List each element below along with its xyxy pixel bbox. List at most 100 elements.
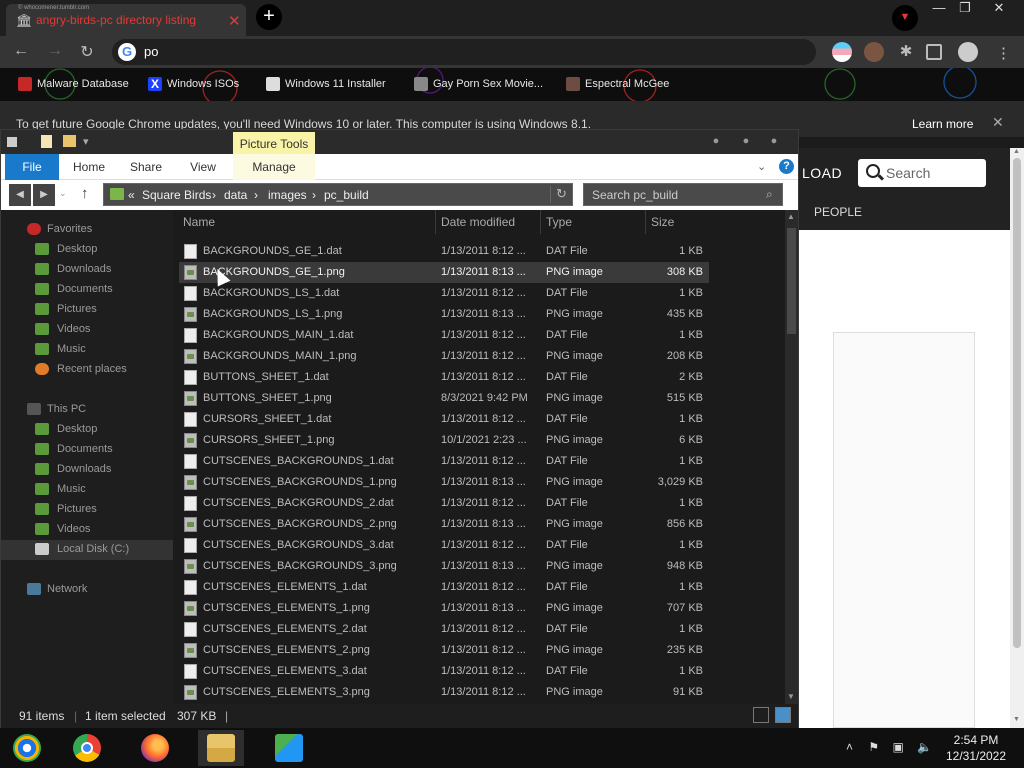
- details-view-icon[interactable]: [753, 707, 769, 723]
- file-row[interactable]: CUTSCENES_ELEMENTS_3.dat 1/13/2011 8:12 .…: [179, 661, 709, 682]
- file-row[interactable]: CUTSCENES_ELEMENTS_2.dat 1/13/2011 8:12 .…: [179, 619, 709, 640]
- scroll-down-icon[interactable]: ▼: [1013, 716, 1020, 723]
- flag-icon[interactable]: ⚑: [868, 740, 879, 754]
- breadcrumb-separator[interactable]: ›: [212, 188, 216, 202]
- close-tab-icon[interactable]: ✕: [228, 12, 241, 30]
- help-icon[interactable]: ?: [779, 159, 794, 174]
- forward-icon[interactable]: →: [44, 42, 66, 64]
- nav-pictures[interactable]: Pictures: [1, 300, 173, 320]
- column-divider[interactable]: [645, 210, 646, 234]
- taskbar-firefox[interactable]: [132, 730, 178, 766]
- omnibox-input[interactable]: po: [144, 44, 158, 59]
- reload-icon[interactable]: ↻: [76, 42, 98, 64]
- file-row[interactable]: CUTSCENES_BACKGROUNDS_2.png 1/13/2011 8:1…: [179, 514, 709, 535]
- browser-tab[interactable]: © whocomener.tumblr.com 🏛 angry-birds-pc…: [6, 4, 246, 36]
- explorer-close-icon[interactable]: ●: [765, 133, 783, 151]
- new-folder-icon[interactable]: [63, 135, 76, 147]
- scroll-thumb[interactable]: [787, 228, 796, 334]
- upload-link[interactable]: LOAD: [802, 165, 842, 181]
- tab-view[interactable]: View: [181, 154, 225, 180]
- file-row[interactable]: BACKGROUNDS_MAIN_1.png 1/13/2011 8:12 ...…: [179, 346, 709, 367]
- chevron-down-icon[interactable]: ⌄: [757, 160, 766, 173]
- web-scrollbar[interactable]: ▲ ▼: [1010, 148, 1024, 728]
- tab-search-button[interactable]: ▼: [892, 5, 918, 31]
- nav-pc-desktop[interactable]: Desktop: [1, 420, 173, 440]
- scroll-up-icon[interactable]: ▲: [1013, 148, 1020, 155]
- column-name[interactable]: Name: [183, 215, 215, 229]
- file-row[interactable]: CUTSCENES_BACKGROUNDS_2.dat 1/13/2011 8:1…: [179, 493, 709, 514]
- clock[interactable]: 2:54 PM 12/31/2022: [940, 732, 1012, 764]
- omnibox[interactable]: G po: [112, 39, 816, 65]
- customize-qat-icon[interactable]: ▾: [83, 135, 97, 149]
- file-row[interactable]: BUTTONS_SHEET_1.dat 1/13/2011 8:12 ... DAT…: [179, 367, 709, 388]
- file-row[interactable]: CUTSCENES_BACKGROUNDS_1.dat 1/13/2011 8:1…: [179, 451, 709, 472]
- nav-local-disk[interactable]: Local Disk (C:): [1, 540, 173, 560]
- breadcrumb-separator[interactable]: ›: [254, 188, 258, 202]
- nav-documents[interactable]: Documents: [1, 280, 173, 300]
- volume-icon[interactable]: 🔈: [917, 740, 932, 754]
- file-row[interactable]: CUTSCENES_BACKGROUNDS_3.png 1/13/2011 8:1…: [179, 556, 709, 577]
- bookmark-windows-11-installer[interactable]: Windows 11 Installer: [266, 77, 386, 91]
- learn-more-link[interactable]: Learn more: [912, 117, 973, 131]
- up-arrow-icon[interactable]: ↑: [81, 185, 89, 202]
- bookmark-malware-database[interactable]: Malware Database: [18, 77, 129, 91]
- breadcrumb-square-birds[interactable]: Square Birds: [142, 188, 211, 202]
- restore-icon[interactable]: ❐: [950, 0, 980, 18]
- breadcrumb-pc-build[interactable]: pc_build: [324, 188, 369, 202]
- nav-desktop[interactable]: Desktop: [1, 240, 173, 260]
- properties-icon[interactable]: [41, 135, 52, 148]
- nav-pc-pictures[interactable]: Pictures: [1, 500, 173, 520]
- column-divider[interactable]: [540, 210, 541, 234]
- nav-favorites[interactable]: Favorites: [1, 220, 173, 240]
- web-search-box[interactable]: Search: [858, 159, 986, 187]
- bookmark-windows-isos[interactable]: X Windows ISOs: [148, 77, 239, 91]
- back-icon[interactable]: ◀: [9, 184, 31, 206]
- bookmark-site[interactable]: Gay Porn Sex Movie...: [414, 77, 543, 91]
- extension-avatar-icon[interactable]: [864, 42, 884, 62]
- extension-flag-icon[interactable]: [832, 42, 852, 62]
- taskbar-file-explorer[interactable]: [198, 730, 244, 766]
- file-row[interactable]: CUTSCENES_ELEMENTS_1.png 1/13/2011 8:13 .…: [179, 598, 709, 619]
- explorer-minimize-icon[interactable]: ●: [707, 133, 725, 151]
- nav-pc-downloads[interactable]: Downloads: [1, 460, 173, 480]
- nav-pc-documents[interactable]: Documents: [1, 440, 173, 460]
- new-tab-button[interactable]: +: [256, 4, 282, 30]
- file-row[interactable]: CURSORS_SHEET_1.png 10/1/2021 2:23 ... PNG…: [179, 430, 709, 451]
- tab-share[interactable]: Share: [123, 154, 169, 180]
- nav-pc-videos[interactable]: Videos: [1, 520, 173, 540]
- column-date-modified[interactable]: Date modified: [441, 215, 515, 229]
- file-row[interactable]: BACKGROUNDS_MAIN_1.dat 1/13/2011 8:12 ...…: [179, 325, 709, 346]
- network-status-icon[interactable]: ▣: [892, 740, 903, 754]
- file-row[interactable]: CURSORS_SHEET_1.dat 1/13/2011 8:12 ... DAT…: [179, 409, 709, 430]
- file-row[interactable]: BACKGROUNDS_GE_1.png 1/13/2011 8:13 ... PN…: [179, 262, 709, 283]
- side-panel-icon[interactable]: [926, 44, 942, 60]
- nav-downloads[interactable]: Downloads: [1, 260, 173, 280]
- people-link[interactable]: PEOPLE: [814, 205, 862, 219]
- nav-recent-places[interactable]: Recent places: [1, 360, 173, 380]
- taskbar-chrome[interactable]: [64, 730, 110, 766]
- profile-icon[interactable]: [958, 42, 978, 62]
- address-bar[interactable]: « Square Birds › data › images › pc_buil…: [103, 183, 573, 206]
- breadcrumb-overflow[interactable]: «: [128, 188, 135, 202]
- back-icon[interactable]: ←: [10, 42, 32, 64]
- file-row[interactable]: BACKGROUNDS_LS_1.dat 1/13/2011 8:12 ... DA…: [179, 283, 709, 304]
- column-divider[interactable]: [435, 210, 436, 234]
- nav-pc-music[interactable]: Music: [1, 480, 173, 500]
- file-list-scrollbar[interactable]: ▲ ▼: [785, 210, 798, 704]
- nav-this-pc[interactable]: This PC: [1, 400, 173, 420]
- file-row[interactable]: BACKGROUNDS_LS_1.png 1/13/2011 8:13 ... PN…: [179, 304, 709, 325]
- refresh-icon[interactable]: ↻: [550, 186, 572, 203]
- tab-file[interactable]: File: [5, 154, 59, 180]
- file-row[interactable]: CUTSCENES_BACKGROUNDS_1.png 1/13/2011 8:1…: [179, 472, 709, 493]
- scroll-up-icon[interactable]: ▲: [787, 212, 795, 221]
- explorer-maximize-icon[interactable]: ●: [737, 133, 755, 151]
- large-icons-view-icon[interactable]: [775, 707, 791, 723]
- window-menu-icon[interactable]: [7, 137, 17, 147]
- folder-search-box[interactable]: Search pc_build ⌕: [583, 183, 783, 206]
- nav-videos[interactable]: Videos: [1, 320, 173, 340]
- nav-music[interactable]: Music: [1, 340, 173, 360]
- forward-icon[interactable]: ▶: [33, 184, 55, 206]
- scroll-down-icon[interactable]: ▼: [787, 692, 795, 701]
- scroll-thumb[interactable]: [1013, 158, 1021, 648]
- infobar-close-icon[interactable]: ✕: [992, 114, 1004, 131]
